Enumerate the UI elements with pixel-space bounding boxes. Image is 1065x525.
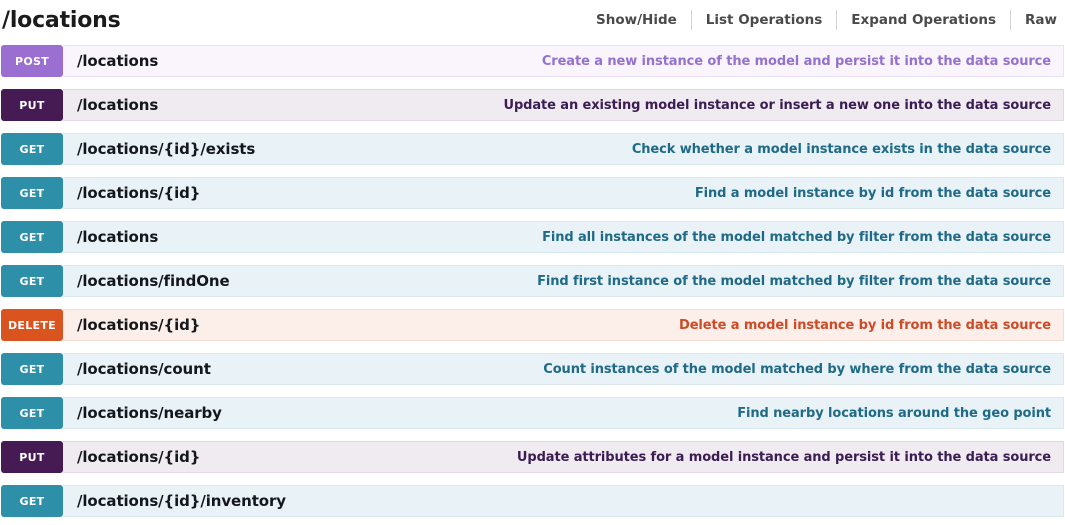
endpoint-path[interactable]: /locations [77,228,158,246]
endpoint-row[interactable]: GET/locations/count Count instances of th… [0,352,1065,386]
option-link-list-operations[interactable]: List Operations [692,10,836,30]
endpoint-path[interactable]: /locations/{id} [77,184,200,202]
http-method-badge: POST [1,45,63,77]
endpoint-row[interactable]: GET/locations/{id}/exists Check whether a… [0,132,1065,166]
http-method-badge: GET [1,133,63,165]
endpoint-description: Update attributes for a model instance a… [501,450,1051,465]
endpoint-body[interactable]: /locations/{id} Update attributes for a m… [63,441,1064,473]
endpoint-row[interactable]: GET/locations/{id}/inventory [0,484,1065,518]
endpoint-path[interactable]: /locations/{id}/exists [77,140,255,158]
api-docs-page: /locations Show/HideList OperationsExpan… [0,0,1065,525]
resource-header: /locations Show/HideList OperationsExpan… [0,0,1065,40]
endpoint-path[interactable]: /locations [77,52,158,70]
endpoint-body[interactable]: /locations Find all instances of the mode… [63,221,1064,253]
endpoint-path[interactable]: /locations/{id}/inventory [77,492,286,510]
http-method-badge: GET [1,177,63,209]
endpoint-row[interactable]: GET/locations Find all instances of the m… [0,220,1065,254]
endpoint-path[interactable]: /locations/{id} [77,448,200,466]
http-method-badge: DELETE [1,309,63,341]
endpoint-path[interactable]: /locations/nearby [77,404,222,422]
endpoint-body[interactable]: /locations/{id} Find a model instance by … [63,177,1064,209]
endpoint-description: Delete a model instance by id from the d… [663,318,1051,333]
endpoint-description: Check whether a model instance exists in… [616,142,1051,157]
option-link-show-hide[interactable]: Show/Hide [582,10,691,30]
http-method-badge: GET [1,221,63,253]
endpoint-row[interactable]: DELETE/locations/{id} Delete a model inst… [0,308,1065,342]
endpoint-row[interactable]: POST/locations Create a new instance of t… [0,44,1065,78]
endpoint-body[interactable]: /locations/count Count instances of the m… [63,353,1064,385]
endpoint-description: Count instances of the model matched by … [527,362,1051,377]
endpoint-row[interactable]: PUT/locations Update an existing model in… [0,88,1065,122]
endpoint-description: Find all instances of the model matched … [526,230,1051,245]
endpoint-body[interactable]: /locations/{id} Delete a model instance b… [63,309,1064,341]
endpoint-description: Create a new instance of the model and p… [526,54,1051,69]
endpoint-description: Find a model instance by id from the dat… [679,186,1051,201]
endpoint-description: Update an existing model instance or ins… [488,98,1052,113]
endpoint-body[interactable]: /locations/{id}/inventory [63,485,1064,517]
page-title[interactable]: /locations [2,8,121,32]
endpoint-description: Find first instance of the model matched… [521,274,1051,289]
endpoint-path[interactable]: /locations/{id} [77,316,200,334]
endpoint-path[interactable]: /locations [77,96,158,114]
endpoint-body[interactable]: /locations/{id}/exists Check whether a mo… [63,133,1064,165]
http-method-badge: GET [1,485,63,517]
endpoint-description: Find nearby locations around the geo poi… [721,406,1051,421]
endpoint-path[interactable]: /locations/count [77,360,211,378]
endpoint-list: POST/locations Create a new instance of t… [0,40,1065,518]
endpoint-body[interactable]: /locations Create a new instance of the m… [63,45,1064,77]
http-method-badge: GET [1,265,63,297]
endpoint-row[interactable]: PUT/locations/{id} Update attributes for … [0,440,1065,474]
endpoint-path[interactable]: /locations/findOne [77,272,230,290]
http-method-badge: PUT [1,89,63,121]
http-method-badge: GET [1,397,63,429]
option-link-raw[interactable]: Raw [1011,10,1059,30]
resource-options: Show/HideList OperationsExpand Operation… [582,10,1059,30]
endpoint-body[interactable]: /locations Update an existing model insta… [63,89,1064,121]
option-link-expand-operations[interactable]: Expand Operations [837,10,1010,30]
http-method-badge: PUT [1,441,63,473]
endpoint-body[interactable]: /locations/findOne Find first instance of… [63,265,1064,297]
endpoint-row[interactable]: GET/locations/findOne Find first instance… [0,264,1065,298]
http-method-badge: GET [1,353,63,385]
endpoint-row[interactable]: GET/locations/{id} Find a model instance … [0,176,1065,210]
endpoint-body[interactable]: /locations/nearby Find nearby locations a… [63,397,1064,429]
endpoint-row[interactable]: GET/locations/nearby Find nearby location… [0,396,1065,430]
